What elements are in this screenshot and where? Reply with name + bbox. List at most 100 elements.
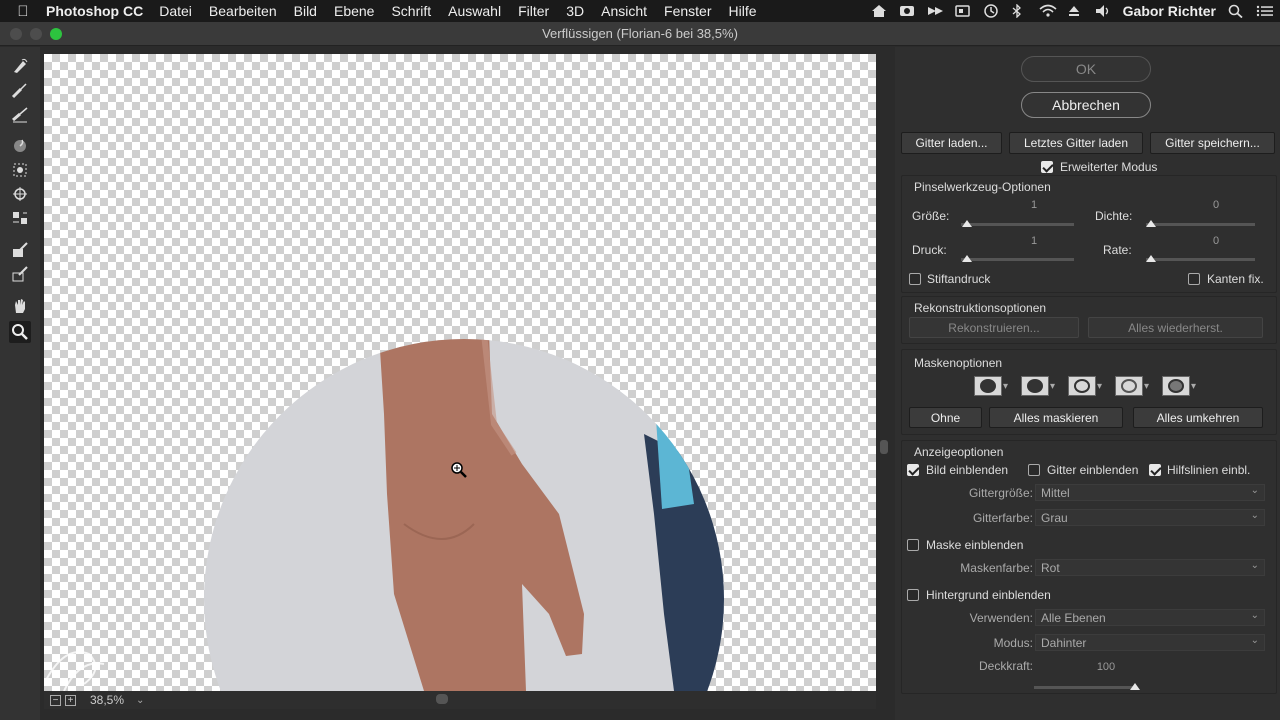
- zoom-in-button[interactable]: +: [65, 694, 76, 706]
- show-mesh-checkbox[interactable]: [1028, 464, 1040, 476]
- menu-item-bild[interactable]: Bild: [294, 3, 317, 19]
- chevron-down-icon: ⌄: [1250, 610, 1259, 621]
- close-window-button[interactable]: [10, 28, 22, 40]
- pucker-tool-icon[interactable]: [9, 159, 31, 181]
- show-guides-checkbox[interactable]: [1149, 464, 1161, 476]
- smooth-tool-icon[interactable]: [9, 103, 31, 125]
- zoom-level[interactable]: 38,5%: [90, 693, 124, 707]
- density-slider[interactable]: [1146, 223, 1255, 226]
- pin-edges-checkbox[interactable]: [1188, 273, 1200, 285]
- menu-item-datei[interactable]: Datei: [159, 3, 192, 19]
- density-label: Dichte:: [1095, 209, 1133, 223]
- show-mask-label: Maske einblenden: [926, 538, 1024, 552]
- save-mesh-button[interactable]: Gitter speichern...: [1150, 132, 1275, 154]
- horizontal-scrollbar[interactable]: [436, 694, 448, 704]
- cancel-button[interactable]: Abbrechen: [1021, 92, 1151, 118]
- twirl-tool-icon[interactable]: [9, 135, 31, 157]
- chevron-down-icon[interactable]: ⌄: [136, 695, 144, 706]
- advanced-mode-checkbox[interactable]: [1041, 161, 1053, 173]
- user-name[interactable]: Gabor Richter: [1123, 3, 1216, 19]
- restore-all-button[interactable]: Alles wiederherst.: [1088, 317, 1263, 338]
- home-icon[interactable]: [871, 4, 887, 18]
- forward-icon[interactable]: [927, 4, 943, 18]
- camera-icon[interactable]: [899, 4, 915, 18]
- rate-value[interactable]: 0: [1196, 235, 1236, 247]
- menu-item-fenster[interactable]: Fenster: [664, 3, 711, 19]
- zoom-out-button[interactable]: −: [50, 694, 61, 706]
- forward-warp-tool-icon[interactable]: [9, 55, 31, 77]
- mask-intersect-icon[interactable]: ▾: [1115, 376, 1149, 396]
- display-icon[interactable]: [954, 4, 971, 18]
- show-image-checkbox[interactable]: [907, 464, 919, 476]
- reconstruct-button[interactable]: Rekonstruieren...: [909, 317, 1079, 338]
- liquify-canvas[interactable]: [44, 54, 876, 691]
- mask-invert-icon[interactable]: ▾: [1162, 376, 1196, 396]
- ok-button[interactable]: OK: [1021, 56, 1151, 82]
- pin-edges-label: Kanten fix.: [1207, 272, 1264, 286]
- opacity-slider-thumb[interactable]: [1130, 683, 1140, 690]
- pressure-slider[interactable]: [961, 258, 1074, 261]
- menu-item-schrift[interactable]: Schrift: [391, 3, 431, 19]
- menu-item-auswahl[interactable]: Auswahl: [448, 3, 501, 19]
- mesh-size-label: Gittergröße:: [968, 486, 1033, 500]
- spotlight-search-icon[interactable]: [1228, 4, 1244, 19]
- hand-tool-icon[interactable]: [9, 295, 31, 317]
- thaw-mask-tool-icon[interactable]: [9, 263, 31, 285]
- pressure-value[interactable]: 1: [1014, 235, 1054, 247]
- menu-item-ebene[interactable]: Ebene: [334, 3, 374, 19]
- menu-item-ansicht[interactable]: Ansicht: [601, 3, 647, 19]
- minimize-window-button[interactable]: [30, 28, 42, 40]
- freeze-mask-tool-icon[interactable]: [9, 239, 31, 261]
- menu-item-filter[interactable]: Filter: [518, 3, 549, 19]
- zoom-window-button[interactable]: [50, 28, 62, 40]
- density-slider-thumb[interactable]: [1146, 220, 1156, 227]
- window-controls: [10, 28, 62, 40]
- load-last-mesh-button[interactable]: Letztes Gitter laden: [1009, 132, 1143, 154]
- invert-all-button[interactable]: Alles umkehren: [1133, 407, 1263, 428]
- app-menu[interactable]: Photoshop CC: [46, 3, 143, 19]
- menu-item-hilfe[interactable]: Hilfe: [729, 3, 757, 19]
- size-label: Größe:: [912, 209, 950, 223]
- notification-center-icon[interactable]: [1256, 4, 1273, 18]
- liquify-toolbar: [0, 47, 40, 720]
- mask-color-select[interactable]: Rot ⌄: [1035, 559, 1265, 576]
- size-slider-thumb[interactable]: [962, 220, 972, 227]
- zoom-tool-icon[interactable]: [9, 321, 31, 343]
- mask-subtract-icon[interactable]: ▾: [1068, 376, 1102, 396]
- size-slider[interactable]: [961, 223, 1074, 226]
- menu-item-bearbeiten[interactable]: Bearbeiten: [209, 3, 277, 19]
- eject-icon[interactable]: [1067, 4, 1083, 18]
- bluetooth-icon[interactable]: [1011, 3, 1027, 19]
- show-backdrop-checkbox[interactable]: [907, 589, 919, 601]
- apple-icon[interactable]: : [0, 3, 46, 20]
- reconstruct-tool-icon[interactable]: [9, 79, 31, 101]
- rate-label: Rate:: [1103, 243, 1132, 257]
- opacity-value[interactable]: 100: [1086, 661, 1126, 673]
- mode-select[interactable]: Dahinter ⌄: [1035, 634, 1265, 651]
- mask-none-button[interactable]: Ohne: [909, 407, 982, 428]
- pressure-slider-thumb[interactable]: [962, 255, 972, 262]
- load-mesh-button[interactable]: Gitter laden...: [901, 132, 1002, 154]
- mask-all-button[interactable]: Alles maskieren: [989, 407, 1123, 428]
- show-mask-checkbox[interactable]: [907, 539, 919, 551]
- mask-replace-icon[interactable]: ▾: [974, 376, 1008, 396]
- stylus-pressure-label: Stiftandruck: [927, 272, 991, 286]
- mesh-color-select[interactable]: Grau ⌄: [1035, 509, 1265, 526]
- rate-slider-thumb[interactable]: [1146, 255, 1156, 262]
- density-value[interactable]: 0: [1196, 199, 1236, 211]
- mesh-size-select[interactable]: Mittel ⌄: [1035, 484, 1265, 501]
- size-value[interactable]: 1: [1014, 199, 1054, 211]
- wifi-icon[interactable]: [1039, 4, 1057, 18]
- use-select[interactable]: Alle Ebenen ⌄: [1035, 609, 1265, 626]
- volume-icon[interactable]: [1095, 4, 1111, 18]
- rate-slider[interactable]: [1146, 258, 1255, 261]
- stylus-pressure-checkbox[interactable]: [909, 273, 921, 285]
- push-left-tool-icon[interactable]: [9, 207, 31, 229]
- time-machine-icon[interactable]: [983, 4, 999, 18]
- panel-splitter-handle[interactable]: [880, 440, 888, 454]
- menu-item-3d[interactable]: 3D: [566, 3, 584, 19]
- mask-add-icon[interactable]: ▾: [1021, 376, 1055, 396]
- opacity-slider[interactable]: [1034, 686, 1136, 689]
- window-titlebar: Verflüssigen (Florian-6 bei 38,5%): [0, 22, 1280, 46]
- bloat-tool-icon[interactable]: [9, 183, 31, 205]
